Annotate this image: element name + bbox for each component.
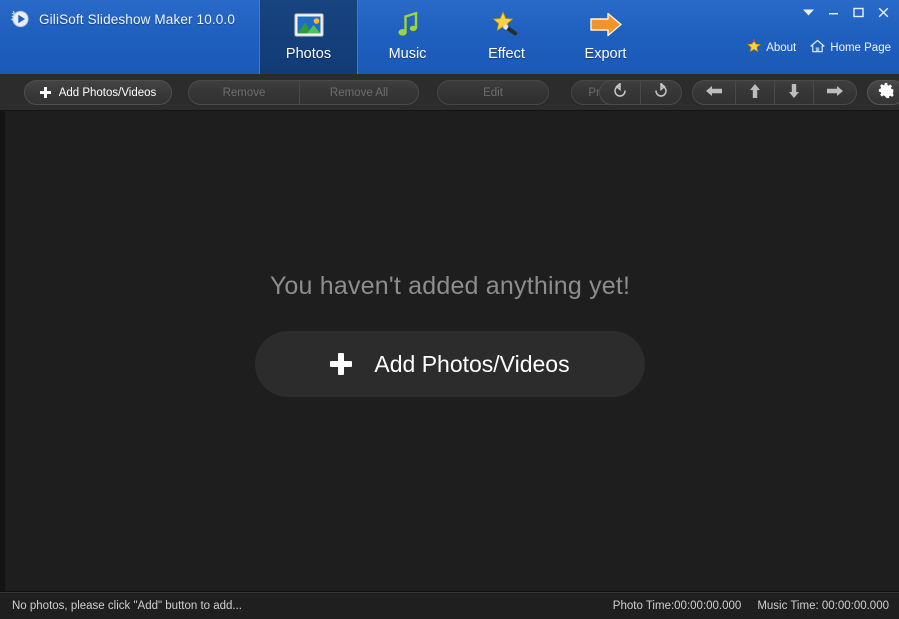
tab-export-label: Export: [584, 46, 627, 62]
rotate-right-icon: [653, 81, 669, 102]
move-up-button[interactable]: [736, 81, 775, 104]
star-icon: [747, 39, 761, 56]
add-photos-videos-label: Add Photos/Videos: [58, 86, 157, 99]
arrow-left-icon: [705, 84, 723, 101]
tab-export[interactable]: Export: [556, 0, 655, 74]
rotate-left-button[interactable]: [600, 81, 641, 104]
status-message: No photos, please click "Add" button to …: [12, 600, 242, 612]
add-photos-videos-button[interactable]: Add Photos/Videos: [24, 80, 172, 105]
tab-photos[interactable]: Photos: [259, 0, 358, 74]
main-tabs: Photos Music Effect Export: [259, 0, 655, 74]
remove-all-label: Remove All: [329, 86, 389, 99]
tab-music[interactable]: Music: [358, 0, 457, 74]
add-photos-videos-large-button[interactable]: Add Photos/Videos: [255, 331, 645, 397]
move-left-button[interactable]: [693, 81, 736, 104]
play-button-logo-icon: [10, 9, 30, 29]
remove-button[interactable]: Remove: [189, 81, 300, 104]
rotate-right-button[interactable]: [641, 81, 681, 104]
plus-icon: [39, 87, 51, 98]
home-page-link[interactable]: Home Page: [810, 39, 891, 56]
remove-button-group: Remove Remove All: [188, 80, 419, 105]
close-button[interactable]: [871, 2, 895, 22]
orange-arrow-icon: [586, 7, 626, 43]
empty-state-message: You haven't added anything yet!: [269, 272, 631, 300]
tab-effect-label: Effect: [488, 46, 525, 62]
gear-icon: [878, 82, 895, 104]
title-bar: GiliSoft Slideshow Maker 10.0.0 Photos M…: [0, 0, 899, 74]
remove-label: Remove: [222, 86, 266, 99]
app-identity: GiliSoft Slideshow Maker 10.0.0: [10, 9, 235, 29]
app-title: GiliSoft Slideshow Maker 10.0.0: [39, 11, 235, 27]
music-time-label: Music Time: 00:00:00.000: [757, 600, 889, 612]
arrow-right-icon: [826, 84, 844, 101]
about-label: About: [766, 41, 797, 54]
move-right-button[interactable]: [814, 81, 856, 104]
remove-all-button[interactable]: Remove All: [300, 81, 418, 104]
arrow-up-icon: [748, 83, 762, 102]
tab-photos-label: Photos: [285, 46, 332, 62]
maximize-button[interactable]: [846, 2, 870, 22]
magic-wand-star-icon: [489, 7, 525, 43]
status-bar: No photos, please click "Add" button to …: [0, 592, 899, 619]
toolbar-right-group: [599, 80, 899, 105]
arrow-down-icon: [787, 83, 801, 102]
plus-icon: [330, 353, 353, 375]
tab-music-label: Music: [388, 46, 427, 62]
about-link[interactable]: About: [747, 39, 796, 56]
home-page-label: Home Page: [830, 41, 891, 54]
settings-button[interactable]: [867, 80, 899, 105]
edit-button[interactable]: Edit: [437, 80, 549, 105]
dropdown-button[interactable]: [796, 2, 820, 22]
content-area: You haven't added anything yet! Add Phot…: [4, 112, 895, 591]
status-times: Photo Time:00:00:00.000 Music Time: 00:0…: [613, 600, 889, 612]
home-icon: [810, 39, 825, 56]
rotate-button-group: [599, 80, 682, 105]
add-photos-videos-large-label: Add Photos/Videos: [374, 350, 570, 377]
toolbar: Add Photos/Videos Remove Remove All Edit…: [0, 74, 899, 111]
empty-state: You haven't added anything yet! Add Phot…: [5, 272, 895, 397]
application-window: GiliSoft Slideshow Maker 10.0.0 Photos M…: [0, 0, 899, 619]
header-links: About Home Page: [747, 39, 891, 56]
edit-label: Edit: [483, 86, 503, 99]
photo-icon: [291, 7, 327, 43]
music-note-icon: [390, 7, 426, 43]
tab-effect[interactable]: Effect: [457, 0, 556, 74]
move-down-button[interactable]: [775, 81, 814, 104]
minimize-button[interactable]: [821, 2, 845, 22]
photo-time-label: Photo Time:00:00:00.000: [612, 600, 742, 612]
move-button-group: [692, 80, 857, 105]
window-controls: [796, 2, 895, 22]
rotate-left-icon: [612, 81, 628, 102]
toolbar-left-group: Add Photos/Videos Remove Remove All Edit…: [24, 80, 671, 105]
